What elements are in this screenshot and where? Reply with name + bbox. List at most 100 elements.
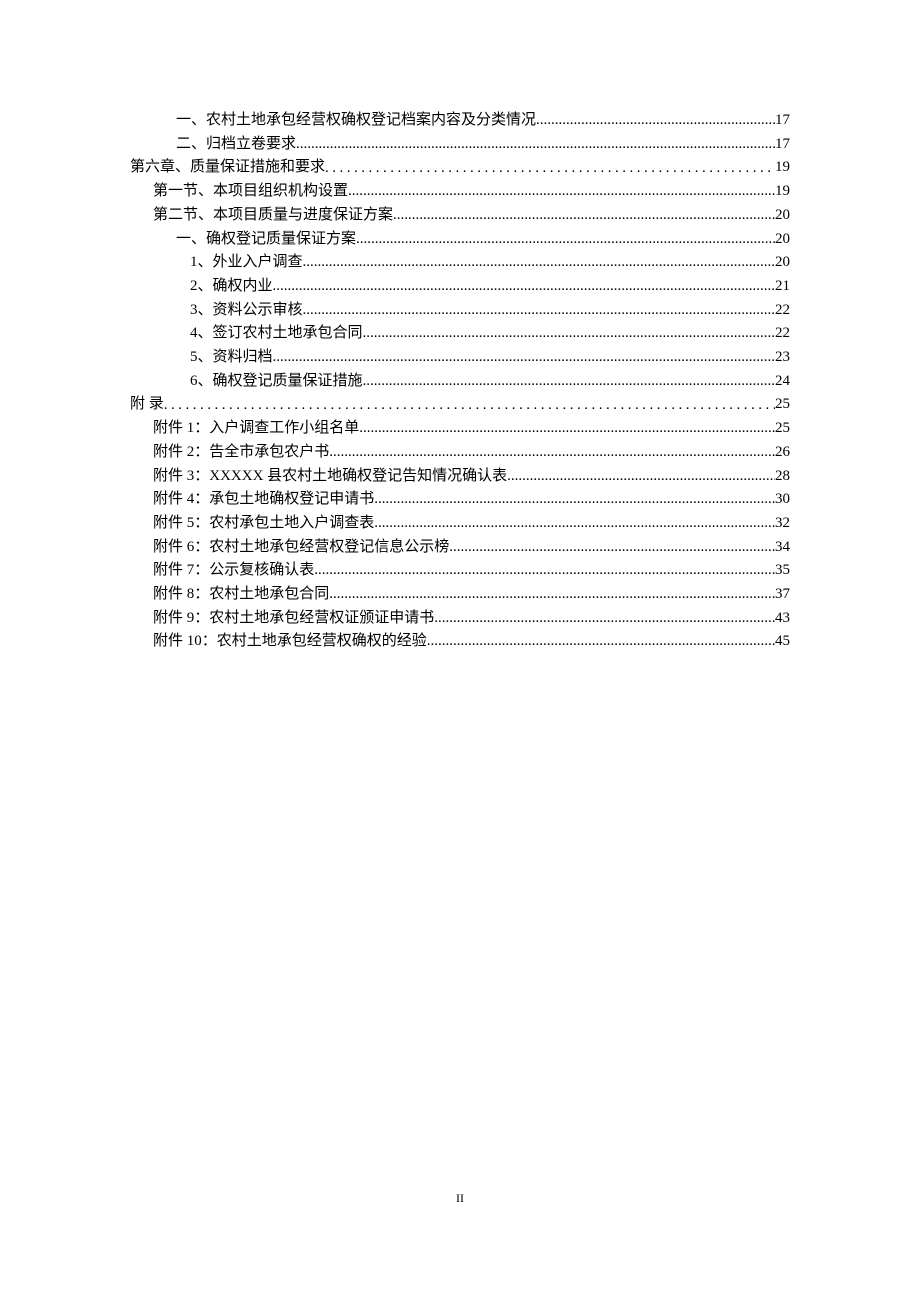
toc-entry: 1、外业入户调查 ...............................… [130, 251, 790, 275]
toc-label: 附件 8：农村土地承包合同 [153, 583, 329, 607]
toc-leader-dots: ........................................… [273, 346, 775, 370]
toc-entry: 3、资料公示审核 ...............................… [130, 299, 790, 323]
toc-entry: 附件 5：农村承包土地入户调查表........................… [130, 512, 790, 536]
toc-label: 附件 4：承包土地确权登记申请书 [153, 488, 374, 512]
toc-leader-dots: ........................................… [273, 275, 775, 299]
toc-entry: 第二节、本项目质量与进度保证方案........................… [130, 204, 790, 228]
toc-label: 附件 1：入户调查工作小组名单 [153, 417, 359, 441]
toc-entry: 一、农村土地承包经营权确权登记档案内容及分类情况................… [130, 109, 790, 133]
toc-label: 第一节、本项目组织机构设置 [153, 180, 348, 204]
toc-page-number: 25 [775, 393, 790, 417]
toc-indent [130, 370, 190, 394]
toc-leader-dots: ........................................… [329, 441, 775, 465]
toc-label: 附件 7：公示复核确认表 [153, 559, 314, 583]
toc-leader-dots: ........................................… [536, 109, 775, 133]
toc-entry: 附件 7：公示复核确认表 ...........................… [130, 559, 790, 583]
toc-page-number: 20 [775, 228, 790, 252]
toc-page-number: 28 [775, 465, 790, 489]
toc-leader-dots: ........................................… [314, 559, 775, 583]
toc-leader-dots: ........................................… [507, 465, 775, 489]
toc-leader-dots: ........................................… [427, 630, 775, 654]
toc-page-number: 37 [775, 583, 790, 607]
toc-indent [130, 441, 153, 465]
toc-page-number: 30 [775, 488, 790, 512]
toc-leader-dots: ........................................… [329, 583, 775, 607]
toc-container: 一、农村土地承包经营权确权登记档案内容及分类情况................… [130, 109, 790, 654]
toc-label: 附 录 [130, 393, 164, 417]
toc-indent [130, 228, 176, 252]
toc-leader-dots: ........................................… [303, 299, 775, 323]
toc-label: 附件 2：告全市承包农户书 [153, 441, 329, 465]
toc-page-number: 43 [775, 607, 790, 631]
toc-label: 附件 5：农村承包土地入户调查表 [153, 512, 374, 536]
toc-page-number: 22 [775, 299, 790, 323]
toc-entry: 第一节、本项目组织机构设置...........................… [130, 180, 790, 204]
toc-indent [130, 417, 153, 441]
toc-label: 附件 6：农村土地承包经营权登记信息公示榜 [153, 536, 449, 560]
toc-entry: 6、确权登记质量保证措施............................… [130, 370, 790, 394]
toc-entry: 一、确权登记质量保证方案............................… [130, 228, 790, 252]
toc-page-number: 21 [775, 275, 790, 299]
toc-leader-dots: ........................................… [363, 322, 775, 346]
toc-page-number: 17 [775, 133, 790, 157]
toc-label: 2、确权内业 [190, 275, 273, 299]
toc-page-number: 26 [775, 441, 790, 465]
toc-entry: 附件 6：农村土地承包经营权登记信息公示榜...................… [130, 536, 790, 560]
page-number: II [0, 1191, 920, 1206]
toc-leader-dots: ........................................… [303, 251, 775, 275]
toc-entry: 附 录.....................................… [130, 393, 790, 417]
toc-label: 附件 3：XXXXX 县农村土地确权登记告知情况确认表 [153, 465, 507, 489]
toc-label: 3、资料公示审核 [190, 299, 303, 323]
toc-page-number: 34 [775, 536, 790, 560]
toc-indent [130, 204, 153, 228]
toc-entry: 附件 10：农村土地承包经营权确权的经验....................… [130, 630, 790, 654]
toc-label: 二、归档立卷要求 [176, 133, 296, 157]
toc-leader-dots: ........................................… [356, 228, 775, 252]
toc-indent [130, 607, 153, 631]
toc-indent [130, 536, 153, 560]
toc-page-number: 19 [775, 156, 790, 180]
toc-entry: 4、签订农村土地承包合同............................… [130, 322, 790, 346]
toc-page-number: 25 [775, 417, 790, 441]
toc-label: 第二节、本项目质量与进度保证方案 [153, 204, 393, 228]
toc-leader-dots: ........................................… [164, 394, 775, 418]
toc-leader-dots: ........................................… [296, 133, 775, 157]
toc-indent [130, 133, 176, 157]
toc-label: 附件 9：农村土地承包经营权证颁证申请书 [153, 607, 434, 631]
toc-page-number: 32 [775, 512, 790, 536]
toc-leader-dots: ........................................… [363, 370, 775, 394]
toc-indent [130, 630, 153, 654]
toc-entry: 二、归档立卷要求 ...............................… [130, 133, 790, 157]
toc-leader-dots: ........................................… [393, 204, 775, 228]
toc-page-number: 19 [775, 180, 790, 204]
toc-leader-dots: ........................................… [359, 417, 775, 441]
toc-entry: 5、资料归档 .................................… [130, 346, 790, 370]
toc-indent [130, 251, 190, 275]
toc-entry: 附件 2：告全市承包农户书 ..........................… [130, 441, 790, 465]
toc-page-number: 17 [775, 109, 790, 133]
toc-indent [130, 488, 153, 512]
toc-leader-dots: ........................................… [374, 488, 775, 512]
toc-label: 5、资料归档 [190, 346, 273, 370]
toc-label: 附件 10：农村土地承包经营权确权的经验 [153, 630, 427, 654]
toc-indent [130, 512, 153, 536]
toc-leader-dots: ........................................… [348, 180, 775, 204]
toc-entry: 附件 8：农村土地承包合同 ..........................… [130, 583, 790, 607]
toc-leader-dots: ........................................… [374, 512, 775, 536]
toc-indent [130, 299, 190, 323]
toc-label: 1、外业入户调查 [190, 251, 303, 275]
toc-entry: 2、确权内业 .................................… [130, 275, 790, 299]
toc-page-number: 35 [775, 559, 790, 583]
toc-leader-dots: ........................................… [325, 157, 775, 181]
toc-indent [130, 109, 176, 133]
toc-label: 一、农村土地承包经营权确权登记档案内容及分类情况 [176, 109, 536, 133]
toc-label: 4、签订农村土地承包合同 [190, 322, 363, 346]
toc-entry: 附件 3：XXXXX 县农村土地确权登记告知情况确认表 ............… [130, 465, 790, 489]
toc-indent [130, 180, 153, 204]
toc-indent [130, 583, 153, 607]
toc-indent [130, 275, 190, 299]
toc-page-number: 22 [775, 322, 790, 346]
toc-entry: 附件 1：入户调查工作小组名单.........................… [130, 417, 790, 441]
toc-label: 一、确权登记质量保证方案 [176, 228, 356, 252]
toc-indent [130, 346, 190, 370]
